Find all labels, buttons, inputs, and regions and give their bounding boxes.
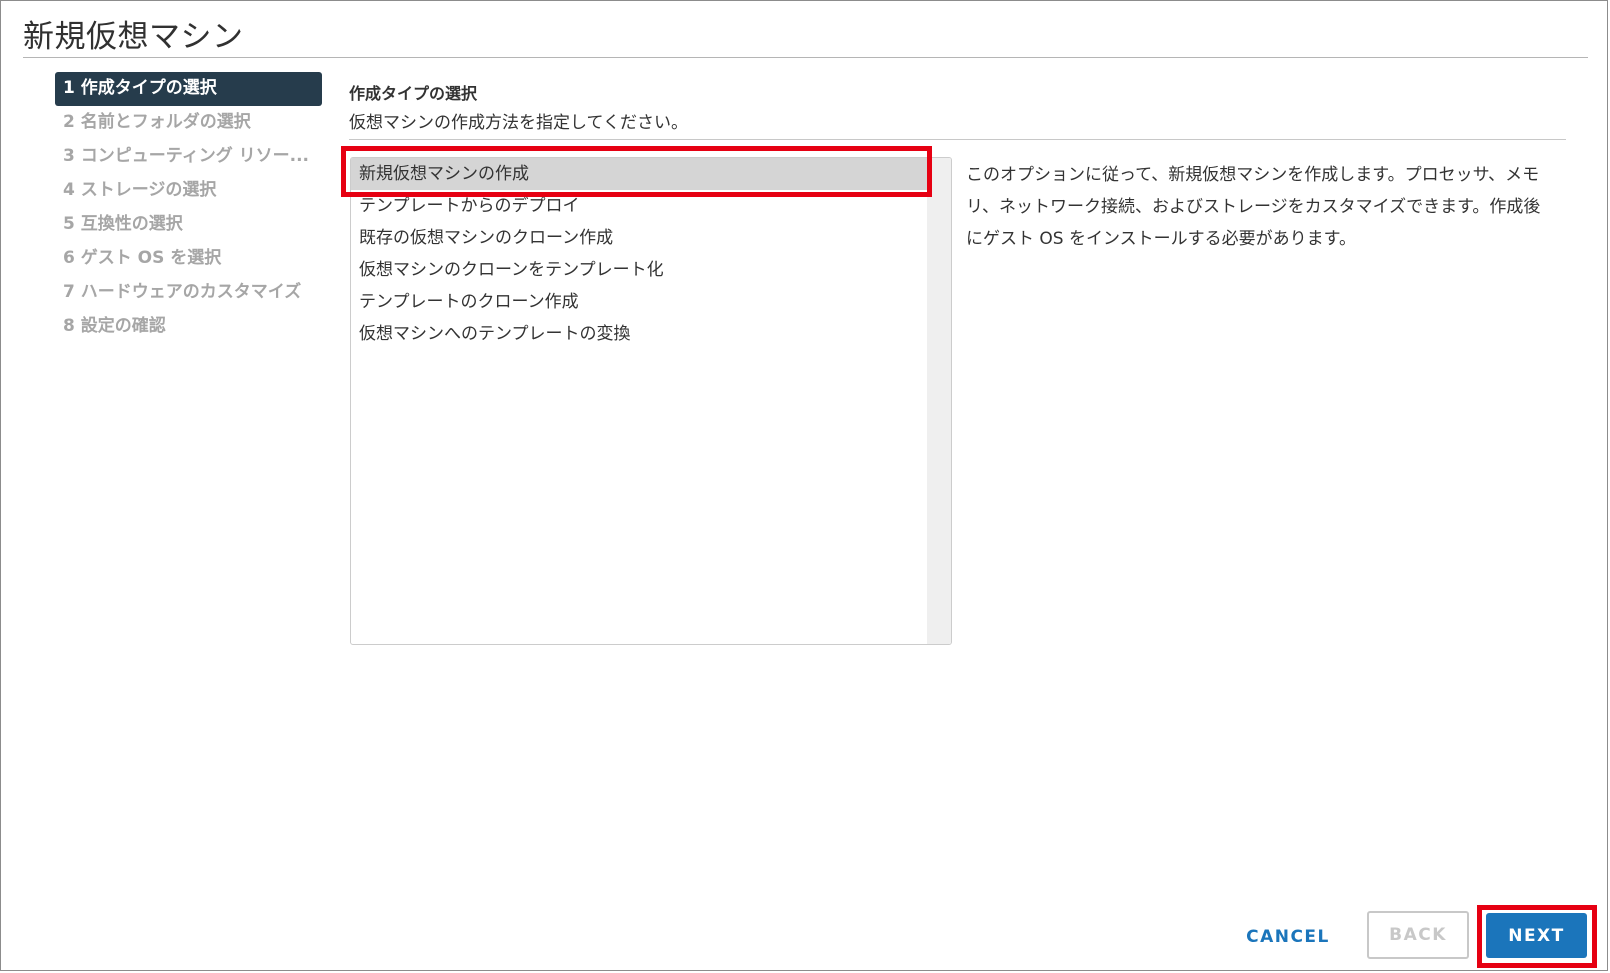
- step-select-compute-resource: 3 コンピューティング リソー...: [63, 146, 310, 166]
- wizard-steps: 1 作成タイプの選択 2 名前とフォルダの選択 3 コンピューティング リソー.…: [55, 72, 322, 344]
- new-vm-dialog: 新規仮想マシン 1 作成タイプの選択 2 名前とフォルダの選択 3 コンピューテ…: [0, 0, 1608, 971]
- option-create-new-vm[interactable]: 新規仮想マシンの作成: [351, 158, 927, 190]
- step-select-creation-type[interactable]: 1 作成タイプの選択: [55, 72, 322, 106]
- creation-type-list: 新規仮想マシンの作成 テンプレートからのデプロイ 既存の仮想マシンのクローン作成…: [350, 157, 952, 645]
- step-select-guest-os: 6 ゲスト OS を選択: [63, 248, 222, 268]
- option-help-text: このオプションに従って、新規仮想マシンを作成します。プロセッサ、メモリ、ネットワ…: [966, 165, 1541, 249]
- next-button[interactable]: NEXT: [1486, 913, 1587, 958]
- cancel-button[interactable]: CANCEL: [1233, 919, 1343, 955]
- step-review-settings: 8 設定の確認: [63, 316, 166, 336]
- option-clone-template[interactable]: テンプレートのクローン作成: [351, 286, 927, 318]
- option-deploy-from-template[interactable]: テンプレートからのデプロイ: [351, 190, 927, 222]
- dialog-title: 新規仮想マシン: [23, 19, 244, 55]
- step-select-compatibility: 5 互換性の選択: [63, 214, 183, 234]
- section-title: 作成タイプの選択: [349, 84, 478, 103]
- step-customize-hardware: 7 ハードウェアのカスタマイズ: [63, 282, 302, 302]
- option-clone-existing-vm[interactable]: 既存の仮想マシンのクローン作成: [351, 222, 927, 254]
- section-description: 仮想マシンの作成方法を指定してください。: [349, 113, 688, 133]
- step-select-storage: 4 ストレージの選択: [63, 180, 217, 200]
- option-clone-vm-to-template[interactable]: 仮想マシンのクローンをテンプレート化: [351, 254, 927, 286]
- content-divider: [349, 139, 1566, 140]
- back-button: BACK: [1367, 911, 1469, 959]
- option-convert-template-to-vm[interactable]: 仮想マシンへのテンプレートの変換: [351, 318, 927, 350]
- step-select-name-folder: 2 名前とフォルダの選択: [63, 112, 251, 132]
- list-scrollbar[interactable]: [927, 158, 951, 644]
- title-divider: [23, 57, 1588, 58]
